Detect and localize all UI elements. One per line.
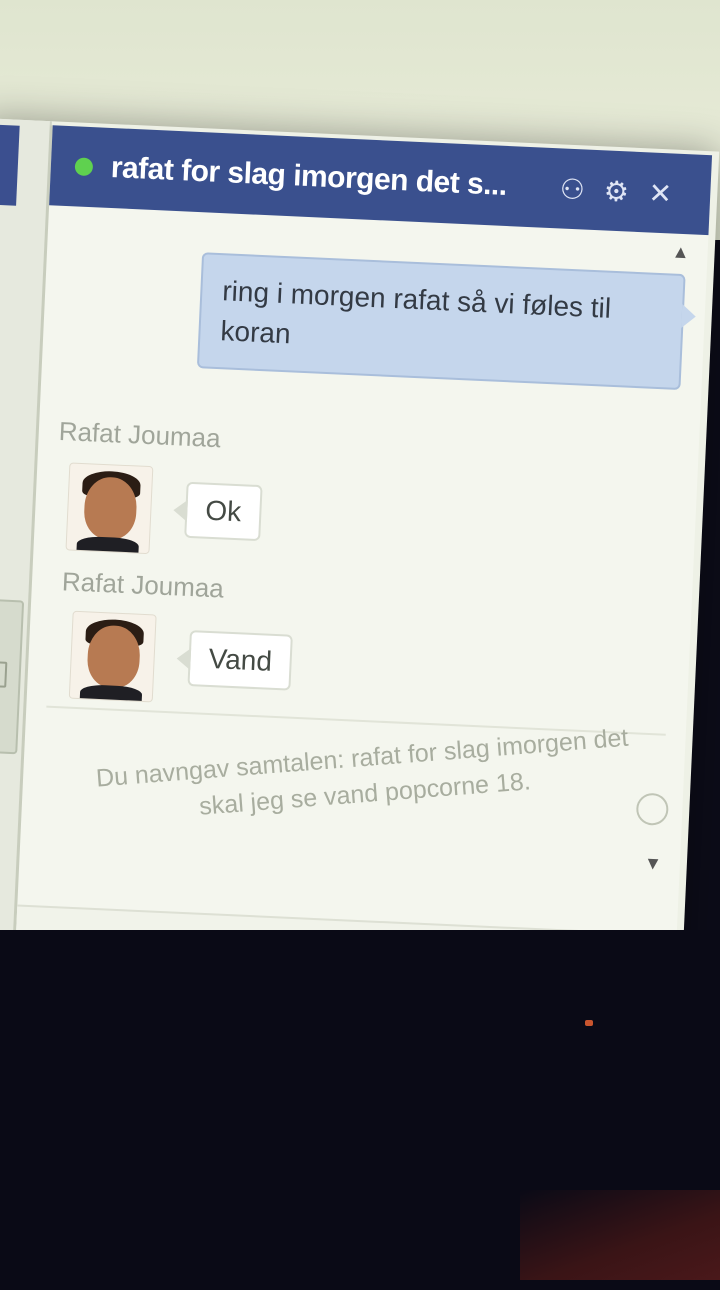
- adjacent-titlebar[interactable]: [0, 123, 20, 206]
- adjacent-scrollbar[interactable]: [0, 598, 25, 755]
- gear-icon[interactable]: ⚙: [594, 173, 639, 208]
- avatar-face: [83, 476, 138, 541]
- message-sender: Rafat Joumaa: [58, 415, 222, 454]
- call-icon[interactable]: ⚇: [550, 171, 595, 206]
- message-list[interactable]: ▲ ring i morgen rafat så vi føles til ko…: [12, 205, 709, 1037]
- avatar-shirt: [76, 535, 140, 555]
- online-status-icon: [74, 157, 94, 177]
- chat-window: rafat for slag imorgen det s... ⚇ ⚙ ✕ ▲ …: [9, 125, 713, 1037]
- incoming-message: Ok: [184, 481, 263, 542]
- incoming-message: Vand: [187, 630, 294, 691]
- system-note: Du navngav samtalen: rafat for slag imor…: [95, 723, 630, 821]
- close-icon[interactable]: ✕: [638, 175, 683, 210]
- avatar-face: [86, 624, 142, 689]
- power-led-icon: [585, 1020, 593, 1026]
- scroll-grip-icon: [0, 660, 8, 688]
- avatar[interactable]: [68, 610, 157, 703]
- chat-title[interactable]: rafat for slag imorgen det s...: [110, 151, 551, 205]
- message-sender: Rafat Joumaa: [61, 566, 225, 604]
- monitor-screen: rafat for slag imorgen det s... ⚇ ⚙ ✕ ▲ …: [0, 118, 720, 1051]
- background-glow: [520, 1190, 720, 1280]
- scroll-down-icon[interactable]: ▼: [644, 853, 663, 875]
- smiley-icon[interactable]: [635, 792, 670, 826]
- avatar-shirt: [79, 684, 143, 703]
- outgoing-message: ring i morgen rafat så vi føles til kora…: [196, 252, 686, 391]
- avatar[interactable]: [65, 462, 154, 555]
- scroll-up-icon[interactable]: ▲: [671, 242, 690, 264]
